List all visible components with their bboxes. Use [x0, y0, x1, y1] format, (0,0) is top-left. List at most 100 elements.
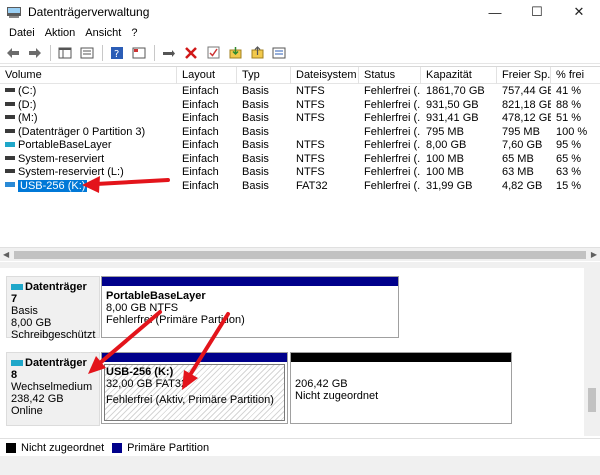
properties-icon	[80, 47, 94, 58]
col-typ[interactable]: Typ	[237, 67, 291, 84]
fs-cell: NTFS	[296, 98, 325, 111]
list-button[interactable]	[270, 44, 288, 62]
legend-label: Primäre Partition	[127, 441, 210, 454]
scrollbar-thumb[interactable]	[588, 388, 596, 412]
back-button[interactable]	[4, 44, 22, 62]
col-layout[interactable]: Layout	[177, 67, 237, 84]
table-row[interactable]: PortableBaseLayer Einfach Basis NTFS Feh…	[0, 139, 600, 153]
table-row[interactable]: (D:) Einfach Basis NTFS Fehlerfrei (... …	[0, 99, 600, 113]
unallocated-status: Nicht zugeordnet	[295, 390, 379, 402]
disk-icon	[11, 360, 23, 367]
import-icon	[229, 47, 241, 59]
close-icon: ✕	[573, 4, 585, 19]
drive-icon	[5, 88, 15, 93]
disk-view: Datenträger 7 Basis 8,00 GB Schreibgesch…	[0, 268, 600, 436]
window-title: Datenträgerverwaltung	[28, 5, 150, 19]
layout-cell: Einfach	[182, 125, 219, 138]
capacity-cell: 100 MB	[426, 152, 464, 165]
view-button[interactable]	[130, 44, 148, 62]
import-button[interactable]	[226, 44, 244, 62]
maximize-icon: ☐	[531, 4, 543, 19]
unallocated-size: 206,42 GB	[295, 378, 348, 390]
console-tree-button[interactable]	[56, 44, 74, 62]
layout-cell: Einfach	[182, 98, 219, 111]
status-cell: Fehlerfrei (...	[364, 152, 421, 165]
menu-help[interactable]: ?	[126, 27, 142, 39]
disk-8-info[interactable]: Datenträger 8 Wechselmedium 238,42 GB On…	[6, 352, 100, 426]
menu-aktion[interactable]: Aktion	[40, 27, 81, 39]
pct-cell: 15 %	[556, 179, 582, 192]
layout-cell: Einfach	[182, 112, 219, 124]
connect-button[interactable]	[160, 44, 178, 62]
unallocated-space[interactable]: 206,42 GB Nicht zugeordnet	[290, 352, 512, 424]
legend-swatch-primary	[112, 442, 123, 453]
disk-icon	[11, 284, 23, 291]
export-button[interactable]	[248, 44, 266, 62]
status-cell: Fehlerfrei (...	[364, 166, 421, 178]
table-row[interactable]: System-reserviert Einfach Basis NTFS Feh…	[0, 153, 600, 167]
pct-cell: 51 %	[556, 112, 582, 124]
fs-cell: NTFS	[296, 152, 325, 165]
table-row-selected[interactable]: USB-256 (K:) Einfach Basis FAT32 Fehlerf…	[0, 179, 600, 194]
capacity-cell: 100 MB	[426, 166, 464, 178]
legend-swatch-unallocated	[6, 442, 16, 453]
pct-cell: 41 %	[556, 85, 582, 97]
disk-7-info[interactable]: Datenträger 7 Basis 8,00 GB Schreibgesch…	[6, 276, 100, 341]
minimize-button[interactable]: —	[474, 0, 516, 24]
col-status[interactable]: Status	[359, 67, 421, 84]
disk-size: 238,42 GB	[11, 393, 64, 405]
volume-name: (Datenträger 0 Partition 3)	[18, 125, 146, 138]
typ-cell: Basis	[242, 85, 269, 97]
view-icon	[132, 47, 146, 58]
menu-datei[interactable]: Datei	[4, 27, 40, 39]
partition-usb-256[interactable]: USB-256 (K:) 32,00 GB FAT32 Fehlerfrei (…	[101, 352, 288, 424]
help-button[interactable]: ?	[108, 44, 126, 62]
pct-cell: 65 %	[556, 152, 582, 165]
volume-name: (C:)	[18, 85, 37, 97]
col-kapazitaet[interactable]: Kapazität	[421, 67, 497, 84]
check-icon	[207, 46, 219, 59]
drive-icon	[5, 101, 15, 106]
portable-drive-icon	[5, 141, 15, 147]
delete-x-icon	[185, 46, 197, 59]
disk-state: Schreibgeschützt	[11, 329, 96, 341]
pct-cell: 63 %	[556, 166, 582, 178]
scrollbar-thumb[interactable]	[14, 251, 586, 259]
drive-icon	[5, 169, 15, 174]
scroll-left-icon[interactable]: ◀	[3, 250, 9, 259]
pct-cell: 95 %	[556, 139, 582, 151]
menu-ansicht[interactable]: Ansicht	[80, 27, 126, 39]
typ-cell: Basis	[242, 98, 269, 111]
typ-cell: Basis	[242, 139, 269, 151]
unallocated-bar	[291, 353, 511, 362]
table-row[interactable]: (Datenträger 0 Partition 3) Einfach Basi…	[0, 126, 600, 140]
free-cell: 4,82 GB	[502, 179, 543, 192]
scroll-right-icon[interactable]: ▶	[591, 250, 597, 259]
vertical-scrollbar[interactable]	[584, 268, 600, 436]
volume-name: (M:)	[18, 112, 38, 124]
horizontal-scrollbar[interactable]: ◀ ▶	[0, 247, 600, 261]
col-prozent-frei[interactable]: % frei	[551, 67, 600, 84]
close-button[interactable]: ✕	[558, 0, 600, 24]
col-dateisystem[interactable]: Dateisystem	[291, 67, 359, 84]
delete-button[interactable]	[182, 44, 200, 62]
status-cell: Fehlerfrei (...	[364, 98, 421, 111]
forward-arrow-icon	[29, 47, 41, 58]
maximize-button[interactable]: ☐	[516, 0, 558, 24]
partition-portablebaselayer[interactable]: PortableBaseLayer 8,00 GB NTFS Fehlerfre…	[101, 276, 399, 338]
pct-cell: 100 %	[556, 125, 588, 138]
list-icon	[272, 47, 286, 58]
check-button[interactable]	[204, 44, 222, 62]
col-volume[interactable]: Volume	[0, 67, 177, 84]
status-cell: Fehlerfrei (...	[364, 85, 421, 97]
table-row[interactable]: (M:) Einfach Basis NTFS Fehlerfrei (... …	[0, 112, 600, 126]
fs-cell: NTFS	[296, 166, 325, 178]
table-row[interactable]: (C:) Einfach Basis NTFS Fehlerfrei (... …	[0, 85, 600, 99]
properties-button[interactable]	[78, 44, 96, 62]
layout-cell: Einfach	[182, 139, 219, 151]
forward-button[interactable]	[26, 44, 44, 62]
legend: Nicht zugeordnet Primäre Partition	[0, 438, 600, 456]
col-freier-speicher[interactable]: Freier Sp...	[497, 67, 551, 84]
table-row[interactable]: System-reserviert (L:) Einfach Basis NTF…	[0, 166, 600, 180]
column-header: Volume Layout Typ Dateisystem Status Kap…	[0, 67, 600, 84]
